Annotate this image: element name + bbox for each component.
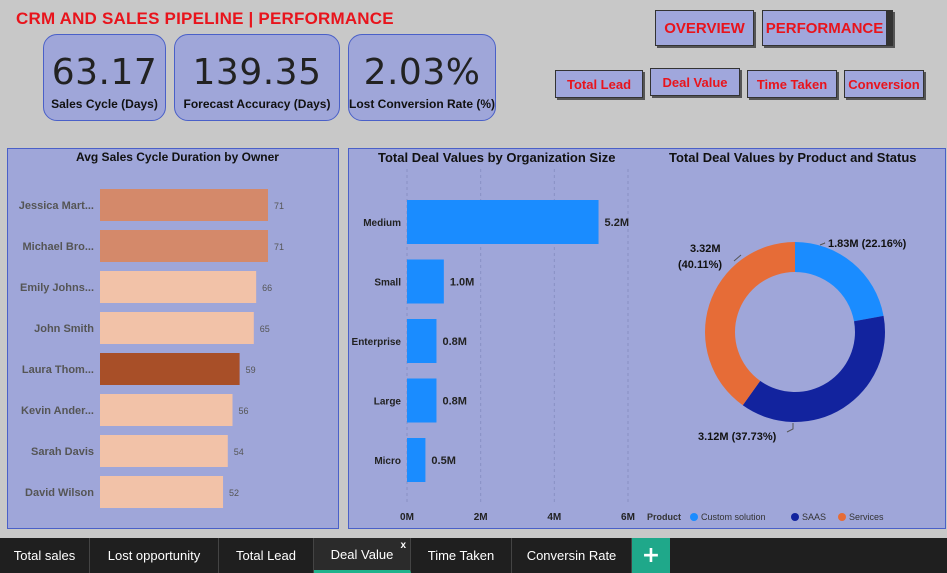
data-label: 71 [274, 242, 284, 252]
legend-label: Services [849, 512, 884, 522]
owner-label: Michael Bro... [22, 241, 94, 253]
page-title: CRM AND SALES PIPELINE | PERFORMANCE [16, 9, 394, 28]
tab-deal-value[interactable]: Deal Value x [314, 538, 411, 573]
owner-label: Jessica Mart... [19, 200, 94, 212]
legend-label: Custom solution [701, 512, 766, 522]
data-label: 56 [239, 406, 249, 416]
page-tab-bar: Total sales Lost opportunity Total Lead … [0, 538, 947, 573]
tab-label: Total Lead [236, 548, 296, 563]
legend-marker [838, 513, 846, 521]
tab-total-sales[interactable]: Total sales [0, 538, 90, 573]
x-tick-label: 0M [400, 512, 414, 523]
leader-line [786, 423, 794, 433]
kpi-label: Lost Conversion Rate (%) [349, 97, 496, 111]
category-label: Medium [363, 218, 401, 229]
bar [407, 438, 426, 482]
tab-label: Lost opportunity [107, 548, 201, 563]
legend-marker [690, 513, 698, 521]
x-tick-label: 6M [621, 512, 635, 523]
kpi-value: 63.17 [51, 52, 158, 93]
data-label: 5.2M [605, 217, 629, 229]
overview-button[interactable]: OVERVIEW [655, 10, 754, 46]
data-label: 52 [229, 488, 239, 498]
bar [407, 378, 437, 423]
bar [100, 271, 257, 303]
slice-label: 3.12M (37.73%) [698, 431, 777, 443]
sales-cycle-panel: Avg Sales Cycle Duration by Owner Jessic… [7, 148, 339, 529]
bar [100, 353, 240, 385]
category-label: Enterprise [352, 337, 402, 348]
kpi-card-lost-conversion: 2.03% Lost Conversion Rate (%) [348, 34, 496, 121]
add-tab-button[interactable]: + [632, 538, 670, 573]
data-label: 71 [274, 201, 284, 211]
bar [100, 435, 228, 467]
org-size-bar-chart: Medium 5.2M Small 1.0M Enterprise 0.8M Large 0.… [352, 169, 907, 523]
close-icon[interactable]: x [400, 540, 406, 551]
owner-bar-chart: Jessica Mart... 71 Michael Bro... 71 Emily J… [19, 189, 284, 508]
time-taken-button[interactable]: Time Taken [747, 70, 837, 98]
deal-values-panel: Total Deal Values by Organization Size T… [348, 148, 946, 529]
tab-lost-opportunity[interactable]: Lost opportunity [90, 538, 219, 573]
owner-label: John Smith [34, 323, 94, 335]
total-lead-button[interactable]: Total Lead [555, 70, 643, 98]
kpi-card-forecast-accuracy: 139.35 Forecast Accuracy (Days) [174, 34, 340, 121]
tab-conversin-rate[interactable]: Conversin Rate [512, 538, 632, 573]
bar [100, 476, 224, 508]
owner-label: Emily Johns... [20, 282, 94, 294]
leader-line [733, 254, 742, 262]
owner-label: Laura Thom... [22, 364, 94, 376]
bar [407, 259, 444, 304]
legend-marker [791, 513, 799, 521]
x-tick-label: 2M [474, 512, 488, 523]
data-label: 0.5M [431, 455, 455, 467]
performance-button[interactable]: PERFORMANCE [762, 10, 893, 46]
donut-slice [742, 315, 885, 422]
bar [407, 200, 599, 244]
bar [100, 230, 268, 262]
tab-total-lead[interactable]: Total Lead [219, 538, 314, 573]
tab-label: Deal Value [330, 546, 394, 562]
data-label: 0.8M [442, 396, 466, 408]
kpi-label: Sales Cycle (Days) [51, 97, 158, 111]
kpi-card-sales-cycle: 63.17 Sales Cycle (Days) [43, 34, 166, 121]
bar [100, 189, 268, 221]
category-label: Large [374, 397, 402, 408]
category-label: Micro [374, 456, 401, 467]
slice-label: 3.32M [690, 243, 721, 255]
data-label: 1.0M [450, 277, 474, 289]
legend-title: Product [647, 512, 681, 522]
tab-label: Conversin Rate [526, 548, 617, 563]
data-label: 65 [260, 324, 270, 334]
data-label: 54 [234, 447, 244, 457]
tab-label: Total sales [13, 548, 76, 563]
bar [407, 319, 437, 363]
bar [100, 312, 254, 344]
leader-line [819, 242, 826, 246]
owner-label: David Wilson [25, 487, 94, 499]
bar [100, 394, 233, 426]
owner-label: Kevin Ander... [21, 405, 94, 417]
x-tick-label: 4M [547, 512, 561, 523]
kpi-label: Forecast Accuracy (Days) [183, 97, 331, 111]
slice-label: (40.11%) [678, 259, 722, 271]
deal-value-button[interactable]: Deal Value [650, 68, 740, 96]
category-label: Small [374, 278, 401, 289]
tab-time-taken[interactable]: Time Taken [411, 538, 512, 573]
donut-slice [795, 242, 884, 322]
legend-label: SAAS [802, 512, 826, 522]
data-label: 66 [262, 283, 272, 293]
kpi-value: 139.35 [192, 52, 322, 93]
conversion-button[interactable]: Conversion [844, 70, 924, 98]
kpi-value: 2.03% [363, 52, 481, 93]
data-label: 0.8M [442, 336, 466, 348]
data-label: 59 [246, 365, 256, 375]
owner-label: Sarah Davis [31, 446, 94, 458]
tab-label: Time Taken [427, 548, 495, 563]
slice-label: 1.83M (22.16%) [828, 238, 907, 250]
